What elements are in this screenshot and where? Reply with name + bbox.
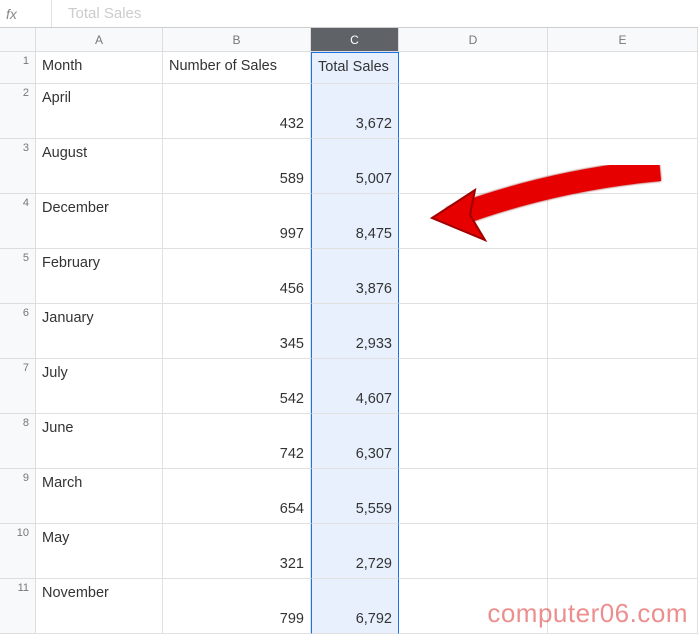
cell[interactable]: August <box>36 139 163 194</box>
cell[interactable] <box>548 139 698 194</box>
col-header-d[interactable]: D <box>399 28 548 52</box>
cell[interactable]: Number of Sales <box>163 52 311 84</box>
cell[interactable]: 2,933 <box>311 304 399 359</box>
cell[interactable]: 345 <box>163 304 311 359</box>
cell[interactable]: 542 <box>163 359 311 414</box>
cell[interactable]: July <box>36 359 163 414</box>
cell[interactable]: June <box>36 414 163 469</box>
cell[interactable]: 5,559 <box>311 469 399 524</box>
fx-label: fx <box>0 0 52 27</box>
cell[interactable]: 2,729 <box>311 524 399 579</box>
formula-bar: fx Total Sales <box>0 0 698 28</box>
cell[interactable] <box>548 304 698 359</box>
cell[interactable]: February <box>36 249 163 304</box>
cell[interactable] <box>399 249 548 304</box>
cell[interactable]: 6,307 <box>311 414 399 469</box>
cell[interactable]: January <box>36 304 163 359</box>
spreadsheet-grid: A B C D E 1 Month Number of Sales Total … <box>0 28 698 634</box>
cell[interactable]: May <box>36 524 163 579</box>
cell[interactable] <box>399 414 548 469</box>
cell[interactable] <box>548 359 698 414</box>
cell[interactable] <box>399 359 548 414</box>
cell[interactable] <box>548 249 698 304</box>
cell[interactable] <box>548 414 698 469</box>
row-header[interactable]: 9 <box>0 469 36 524</box>
cell[interactable]: 6,792 <box>311 579 399 634</box>
cell[interactable] <box>399 579 548 634</box>
cell[interactable]: 742 <box>163 414 311 469</box>
row-header[interactable]: 11 <box>0 579 36 634</box>
cell[interactable] <box>399 524 548 579</box>
col-header-c[interactable]: C <box>311 28 399 52</box>
row-header[interactable]: 1 <box>0 52 36 84</box>
row-header[interactable]: 3 <box>0 139 36 194</box>
cell[interactable] <box>399 139 548 194</box>
cell[interactable]: 997 <box>163 194 311 249</box>
cell[interactable]: 432 <box>163 84 311 139</box>
cell[interactable]: Total Sales <box>311 52 399 84</box>
cell[interactable]: 456 <box>163 249 311 304</box>
col-header-b[interactable]: B <box>163 28 311 52</box>
cell[interactable]: 654 <box>163 469 311 524</box>
row-header[interactable]: 7 <box>0 359 36 414</box>
formula-input[interactable]: Total Sales <box>52 5 698 22</box>
row-header[interactable]: 8 <box>0 414 36 469</box>
row-header[interactable]: 10 <box>0 524 36 579</box>
cell[interactable]: 8,475 <box>311 194 399 249</box>
cell[interactable]: April <box>36 84 163 139</box>
cell[interactable] <box>399 84 548 139</box>
cell[interactable]: 5,007 <box>311 139 399 194</box>
cell[interactable]: 321 <box>163 524 311 579</box>
cell[interactable]: 589 <box>163 139 311 194</box>
row-header[interactable]: 4 <box>0 194 36 249</box>
row-header[interactable]: 6 <box>0 304 36 359</box>
cell[interactable] <box>548 84 698 139</box>
cell[interactable]: December <box>36 194 163 249</box>
cell[interactable]: November <box>36 579 163 634</box>
row-header[interactable]: 2 <box>0 84 36 139</box>
cell[interactable] <box>548 524 698 579</box>
cell[interactable]: March <box>36 469 163 524</box>
cell[interactable] <box>548 469 698 524</box>
cell[interactable]: 3,876 <box>311 249 399 304</box>
col-header-a[interactable]: A <box>36 28 163 52</box>
cell[interactable]: Month <box>36 52 163 84</box>
row-header[interactable]: 5 <box>0 249 36 304</box>
cell[interactable] <box>548 194 698 249</box>
cell[interactable] <box>399 194 548 249</box>
cell[interactable] <box>399 469 548 524</box>
select-all-corner[interactable] <box>0 28 36 52</box>
cell[interactable]: 799 <box>163 579 311 634</box>
cell[interactable]: 3,672 <box>311 84 399 139</box>
cell[interactable]: 4,607 <box>311 359 399 414</box>
cell[interactable] <box>548 52 698 84</box>
cell[interactable] <box>399 52 548 84</box>
cell[interactable] <box>548 579 698 634</box>
cell[interactable] <box>399 304 548 359</box>
col-header-e[interactable]: E <box>548 28 698 52</box>
